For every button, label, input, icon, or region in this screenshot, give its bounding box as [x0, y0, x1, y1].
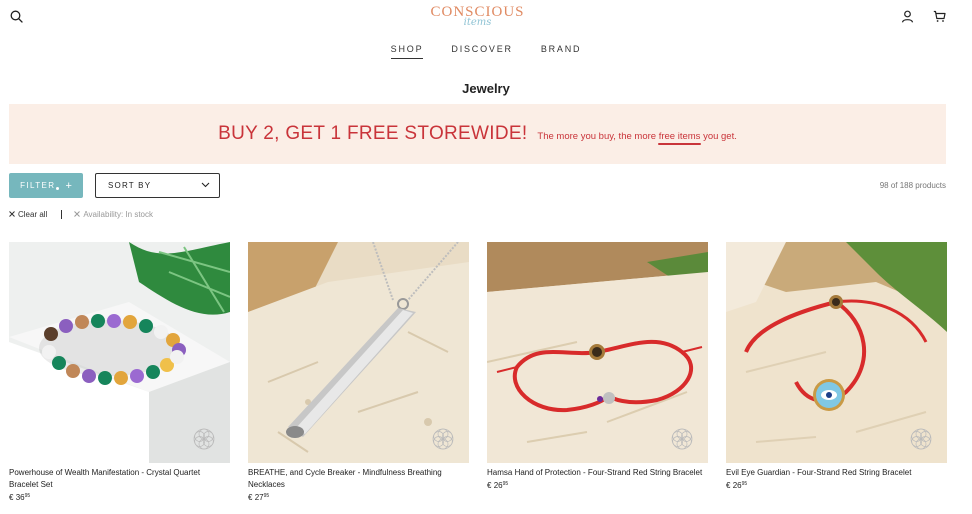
product-price: € 2695	[726, 481, 947, 490]
currency: €	[9, 493, 14, 502]
promo-sub-after: you get.	[703, 130, 737, 142]
search-icon[interactable]	[6, 6, 26, 26]
chip-divider	[61, 210, 63, 219]
product-card[interactable]: Evil Eye Guardian - Four-Strand Red Stri…	[726, 242, 947, 490]
product-image[interactable]	[248, 242, 469, 463]
filter-plus-icon: +	[65, 179, 72, 192]
currency: €	[487, 481, 492, 490]
currency: €	[726, 481, 731, 490]
product-card[interactable]: Hamsa Hand of Protection - Four-Strand R…	[487, 242, 708, 490]
nav-item-brand[interactable]: BRAND	[541, 44, 582, 59]
price-cents: 95	[263, 493, 270, 499]
close-icon	[9, 210, 15, 219]
price-cents: 95	[24, 493, 31, 499]
price-main: 26	[493, 481, 503, 490]
promo-sub-before: The more you buy, the more	[537, 130, 657, 142]
product-image[interactable]	[726, 242, 947, 463]
filter-label: FILTER	[20, 181, 56, 190]
flower-of-life-icon	[193, 428, 215, 450]
page-title: Jewelry	[462, 81, 510, 96]
nav-item-discover[interactable]: DISCOVER	[451, 44, 512, 59]
product-image[interactable]	[487, 242, 708, 463]
product-image[interactable]	[9, 242, 230, 463]
promo-headline: BUY 2, GET 1 FREE STOREWIDE!	[218, 123, 528, 144]
price-cents: 95	[741, 481, 748, 487]
main-nav: SHOP DISCOVER BRAND	[0, 44, 972, 59]
promo-sub-highlight: free items	[658, 130, 701, 142]
promo-banner: BUY 2, GET 1 FREE STOREWIDE! The more yo…	[9, 104, 946, 164]
price-main: 26	[732, 481, 742, 490]
product-count: 98 of 188 products	[879, 181, 946, 190]
product-card[interactable]: Powerhouse of Wealth Manifestation - Cry…	[9, 242, 230, 502]
clear-all-button[interactable]: Clear all	[9, 210, 47, 219]
availability-chip-label: Availability: In stock	[83, 210, 154, 219]
site-header: CONSCIOUS items	[0, 0, 972, 36]
availability-chip[interactable]: Availability: In stock	[74, 210, 153, 219]
close-icon	[74, 210, 81, 219]
active-filters: Clear all Availability: In stock	[9, 210, 153, 219]
promo-subtext: The more you buy, the more free items yo…	[537, 127, 736, 142]
product-price: € 2795	[248, 493, 469, 502]
price-cents: 95	[502, 481, 509, 487]
filter-active-dot	[56, 186, 60, 190]
price-main: 27	[254, 493, 264, 502]
clear-all-label: Clear all	[18, 210, 48, 219]
sort-label: SORT BY	[108, 181, 152, 190]
product-name[interactable]: Hamsa Hand of Protection - Four-Strand R…	[487, 467, 708, 479]
product-price: € 2695	[487, 481, 708, 490]
product-price: € 3695	[9, 493, 230, 502]
currency: €	[248, 493, 253, 502]
site-logo[interactable]: CONSCIOUS items	[410, 4, 545, 36]
nav-item-shop[interactable]: SHOP	[390, 44, 424, 59]
account-icon[interactable]	[897, 6, 917, 26]
filter-button[interactable]: FILTER +	[9, 173, 83, 198]
flower-of-life-icon	[910, 428, 932, 450]
flower-of-life-icon	[671, 428, 693, 450]
product-card[interactable]: BREATHE, and Cycle Breaker - Mindfulness…	[248, 242, 469, 502]
flower-of-life-icon	[432, 428, 454, 450]
chevron-down-icon	[201, 181, 210, 190]
cart-icon[interactable]	[929, 6, 949, 26]
price-main: 36	[15, 493, 25, 502]
product-name[interactable]: Evil Eye Guardian - Four-Strand Red Stri…	[726, 467, 947, 479]
sort-select[interactable]: SORT BY	[95, 173, 220, 198]
product-name[interactable]: Powerhouse of Wealth Manifestation - Cry…	[9, 467, 230, 491]
product-name[interactable]: BREATHE, and Cycle Breaker - Mindfulness…	[248, 467, 469, 491]
